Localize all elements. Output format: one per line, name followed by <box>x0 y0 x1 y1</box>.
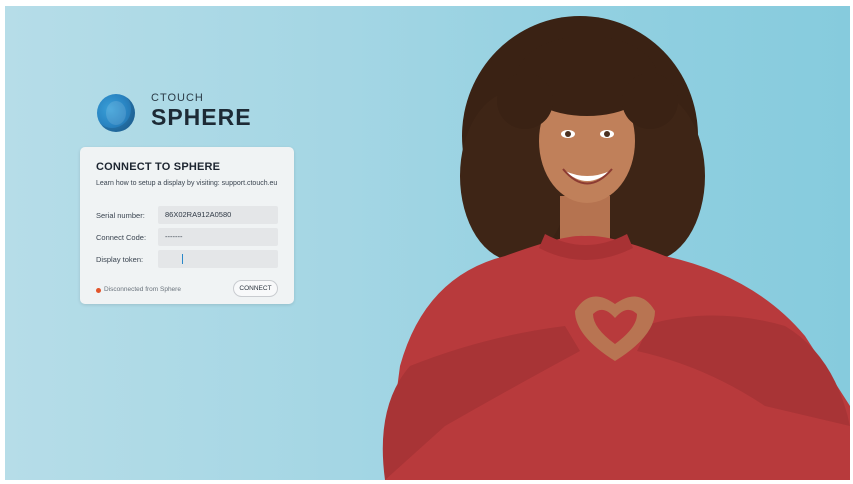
card-help-text: Learn how to setup a display by visiting… <box>96 180 278 187</box>
display-token-input[interactable] <box>158 250 278 268</box>
brand-logo: CTOUCH SPHERE <box>97 92 277 142</box>
status-text: Disconnected from Sphere <box>104 286 181 293</box>
card-title: CONNECT TO SPHERE <box>96 161 221 173</box>
serial-number-label: Serial number: <box>96 211 145 220</box>
connect-card: CONNECT TO SPHERE Learn how to setup a d… <box>80 147 294 304</box>
status-dot-icon <box>96 288 101 293</box>
brand-ctouch-text: CTOUCH <box>151 92 204 104</box>
text-caret <box>182 254 183 264</box>
brand-sphere-text: SPHERE <box>151 104 252 130</box>
connect-code-label: Connect Code: <box>96 233 147 242</box>
serial-number-row: Serial number: 86X02RA912A0580 <box>96 206 278 224</box>
display-token-row: Display token: <box>96 250 278 268</box>
connect-button[interactable]: CONNECT <box>233 280 278 297</box>
display-token-label: Display token: <box>96 255 144 264</box>
connect-code-row: Connect Code: ------- <box>96 228 278 246</box>
serial-number-field: 86X02RA912A0580 <box>158 206 278 224</box>
person-photo <box>382 16 850 480</box>
screen: CTOUCH SPHERE CONNECT TO SPHERE Learn ho… <box>5 6 850 480</box>
connect-code-field[interactable]: ------- <box>158 228 278 246</box>
sphere-logo-icon <box>97 94 135 132</box>
